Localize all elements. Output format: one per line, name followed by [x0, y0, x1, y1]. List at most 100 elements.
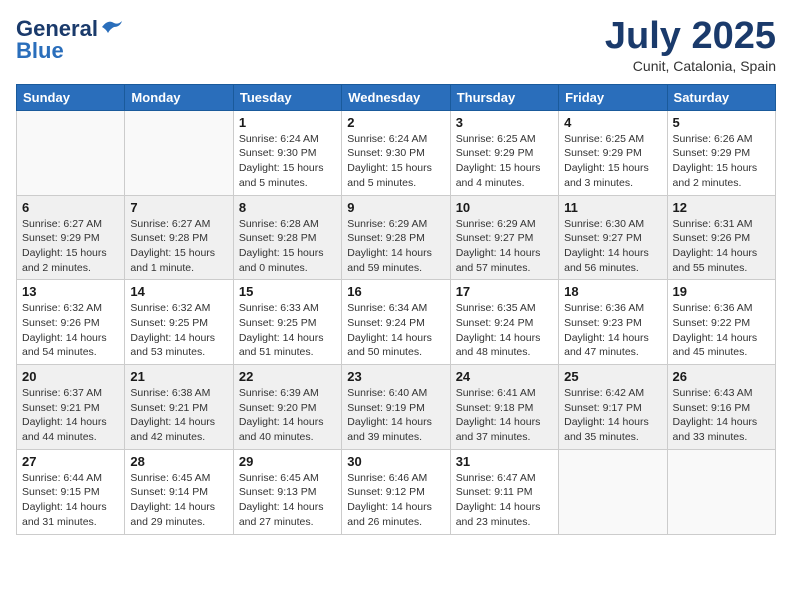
- day-info: Sunrise: 6:27 AM Sunset: 9:28 PM Dayligh…: [130, 217, 227, 276]
- day-info: Sunrise: 6:40 AM Sunset: 9:19 PM Dayligh…: [347, 386, 444, 445]
- calendar-day-cell: 20Sunrise: 6:37 AM Sunset: 9:21 PM Dayli…: [17, 365, 125, 450]
- calendar-day-cell: 13 Sunrise: 6:32 AM Sunset: 9:26 PM Dayli…: [17, 280, 125, 365]
- day-number: 15: [239, 284, 336, 299]
- day-number: 22: [239, 369, 336, 384]
- month-title: July 2025: [605, 16, 776, 58]
- weekday-header-thursday: Thursday: [450, 84, 558, 110]
- calendar-day-cell: 17 Sunrise: 6:35 AM Sunset: 9:24 PM Dayli…: [450, 280, 558, 365]
- logo: General Blue: [16, 16, 122, 64]
- day-number: 13: [22, 284, 119, 299]
- day-number: 28: [130, 454, 227, 469]
- calendar-week-row: 6 Sunrise: 6:27 AM Sunset: 9:29 PM Daylig…: [17, 195, 776, 280]
- day-info: Sunrise: 6:24 AM Sunset: 9:30 PM Dayligh…: [347, 132, 444, 191]
- weekday-header-row: SundayMondayTuesdayWednesdayThursdayFrid…: [17, 84, 776, 110]
- calendar-table: SundayMondayTuesdayWednesdayThursdayFrid…: [16, 84, 776, 535]
- day-number: 30: [347, 454, 444, 469]
- day-info: Sunrise: 6:35 AM Sunset: 9:24 PM Dayligh…: [456, 301, 553, 360]
- calendar-day-cell: 15 Sunrise: 6:33 AM Sunset: 9:25 PM Dayli…: [233, 280, 341, 365]
- day-info: Sunrise: 6:28 AM Sunset: 9:28 PM Dayligh…: [239, 217, 336, 276]
- day-info: Sunrise: 6:46 AM Sunset: 9:12 PM Dayligh…: [347, 471, 444, 530]
- header: General Blue July 2025 Cunit, Catalonia,…: [16, 16, 776, 74]
- day-number: 23: [347, 369, 444, 384]
- day-info: Sunrise: 6:34 AM Sunset: 9:24 PM Dayligh…: [347, 301, 444, 360]
- day-number: 18: [564, 284, 661, 299]
- calendar-day-cell: 28Sunrise: 6:45 AM Sunset: 9:14 PM Dayli…: [125, 449, 233, 534]
- weekday-header-monday: Monday: [125, 84, 233, 110]
- calendar-week-row: 13 Sunrise: 6:32 AM Sunset: 9:26 PM Dayli…: [17, 280, 776, 365]
- calendar-day-cell: 27 Sunrise: 6:44 AM Sunset: 9:15 PM Dayli…: [17, 449, 125, 534]
- calendar-week-row: 20Sunrise: 6:37 AM Sunset: 9:21 PM Dayli…: [17, 365, 776, 450]
- day-info: Sunrise: 6:44 AM Sunset: 9:15 PM Dayligh…: [22, 471, 119, 530]
- title-area: July 2025 Cunit, Catalonia, Spain: [605, 16, 776, 74]
- calendar-day-cell: 23 Sunrise: 6:40 AM Sunset: 9:19 PM Dayli…: [342, 365, 450, 450]
- day-info: Sunrise: 6:25 AM Sunset: 9:29 PM Dayligh…: [564, 132, 661, 191]
- calendar-day-cell: 16 Sunrise: 6:34 AM Sunset: 9:24 PM Dayli…: [342, 280, 450, 365]
- calendar-day-cell: 1Sunrise: 6:24 AM Sunset: 9:30 PM Daylig…: [233, 110, 341, 195]
- day-info: Sunrise: 6:29 AM Sunset: 9:27 PM Dayligh…: [456, 217, 553, 276]
- day-number: 14: [130, 284, 227, 299]
- day-number: 25: [564, 369, 661, 384]
- calendar-day-cell: 12Sunrise: 6:31 AM Sunset: 9:26 PM Dayli…: [667, 195, 775, 280]
- day-info: Sunrise: 6:26 AM Sunset: 9:29 PM Dayligh…: [673, 132, 770, 191]
- weekday-header-friday: Friday: [559, 84, 667, 110]
- day-number: 5: [673, 115, 770, 130]
- day-info: Sunrise: 6:42 AM Sunset: 9:17 PM Dayligh…: [564, 386, 661, 445]
- day-info: Sunrise: 6:43 AM Sunset: 9:16 PM Dayligh…: [673, 386, 770, 445]
- day-info: Sunrise: 6:25 AM Sunset: 9:29 PM Dayligh…: [456, 132, 553, 191]
- day-number: 24: [456, 369, 553, 384]
- calendar-day-cell: 7Sunrise: 6:27 AM Sunset: 9:28 PM Daylig…: [125, 195, 233, 280]
- calendar-day-cell: 6 Sunrise: 6:27 AM Sunset: 9:29 PM Daylig…: [17, 195, 125, 280]
- day-number: 17: [456, 284, 553, 299]
- calendar-day-cell: 21 Sunrise: 6:38 AM Sunset: 9:21 PM Dayli…: [125, 365, 233, 450]
- calendar-day-cell: 8 Sunrise: 6:28 AM Sunset: 9:28 PM Daylig…: [233, 195, 341, 280]
- day-number: 29: [239, 454, 336, 469]
- calendar-week-row: 1Sunrise: 6:24 AM Sunset: 9:30 PM Daylig…: [17, 110, 776, 195]
- day-info: Sunrise: 6:29 AM Sunset: 9:28 PM Dayligh…: [347, 217, 444, 276]
- day-number: 2: [347, 115, 444, 130]
- day-info: Sunrise: 6:39 AM Sunset: 9:20 PM Dayligh…: [239, 386, 336, 445]
- calendar-day-cell: [17, 110, 125, 195]
- day-number: 10: [456, 200, 553, 215]
- calendar-day-cell: 26 Sunrise: 6:43 AM Sunset: 9:16 PM Dayli…: [667, 365, 775, 450]
- day-info: Sunrise: 6:38 AM Sunset: 9:21 PM Dayligh…: [130, 386, 227, 445]
- calendar-day-cell: 19 Sunrise: 6:36 AM Sunset: 9:22 PM Dayli…: [667, 280, 775, 365]
- day-number: 6: [22, 200, 119, 215]
- logo-bird-icon: [100, 19, 122, 35]
- day-info: Sunrise: 6:47 AM Sunset: 9:11 PM Dayligh…: [456, 471, 553, 530]
- day-number: 8: [239, 200, 336, 215]
- day-info: Sunrise: 6:36 AM Sunset: 9:22 PM Dayligh…: [673, 301, 770, 360]
- day-info: Sunrise: 6:27 AM Sunset: 9:29 PM Dayligh…: [22, 217, 119, 276]
- logo-text-blue: Blue: [16, 38, 64, 64]
- day-number: 11: [564, 200, 661, 215]
- calendar-day-cell: 5 Sunrise: 6:26 AM Sunset: 9:29 PM Daylig…: [667, 110, 775, 195]
- weekday-header-sunday: Sunday: [17, 84, 125, 110]
- day-number: 26: [673, 369, 770, 384]
- day-info: Sunrise: 6:24 AM Sunset: 9:30 PM Dayligh…: [239, 132, 336, 191]
- calendar-day-cell: 14 Sunrise: 6:32 AM Sunset: 9:25 PM Dayli…: [125, 280, 233, 365]
- calendar-day-cell: 31 Sunrise: 6:47 AM Sunset: 9:11 PM Dayli…: [450, 449, 558, 534]
- calendar-day-cell: 9Sunrise: 6:29 AM Sunset: 9:28 PM Daylig…: [342, 195, 450, 280]
- day-info: Sunrise: 6:32 AM Sunset: 9:25 PM Dayligh…: [130, 301, 227, 360]
- day-info: Sunrise: 6:32 AM Sunset: 9:26 PM Dayligh…: [22, 301, 119, 360]
- day-info: Sunrise: 6:36 AM Sunset: 9:23 PM Dayligh…: [564, 301, 661, 360]
- weekday-header-tuesday: Tuesday: [233, 84, 341, 110]
- calendar-day-cell: 3 Sunrise: 6:25 AM Sunset: 9:29 PM Daylig…: [450, 110, 558, 195]
- day-number: 31: [456, 454, 553, 469]
- day-number: 27: [22, 454, 119, 469]
- day-info: Sunrise: 6:33 AM Sunset: 9:25 PM Dayligh…: [239, 301, 336, 360]
- day-number: 4: [564, 115, 661, 130]
- day-number: 19: [673, 284, 770, 299]
- calendar-day-cell: [559, 449, 667, 534]
- calendar-day-cell: 22 Sunrise: 6:39 AM Sunset: 9:20 PM Dayli…: [233, 365, 341, 450]
- calendar-day-cell: 25 Sunrise: 6:42 AM Sunset: 9:17 PM Dayli…: [559, 365, 667, 450]
- calendar-week-row: 27 Sunrise: 6:44 AM Sunset: 9:15 PM Dayli…: [17, 449, 776, 534]
- day-number: 20: [22, 369, 119, 384]
- calendar-day-cell: 10 Sunrise: 6:29 AM Sunset: 9:27 PM Dayli…: [450, 195, 558, 280]
- day-number: 3: [456, 115, 553, 130]
- calendar-day-cell: 30 Sunrise: 6:46 AM Sunset: 9:12 PM Dayli…: [342, 449, 450, 534]
- calendar-day-cell: [125, 110, 233, 195]
- day-number: 21: [130, 369, 227, 384]
- location-subtitle: Cunit, Catalonia, Spain: [605, 58, 776, 74]
- day-number: 16: [347, 284, 444, 299]
- day-info: Sunrise: 6:45 AM Sunset: 9:13 PM Dayligh…: [239, 471, 336, 530]
